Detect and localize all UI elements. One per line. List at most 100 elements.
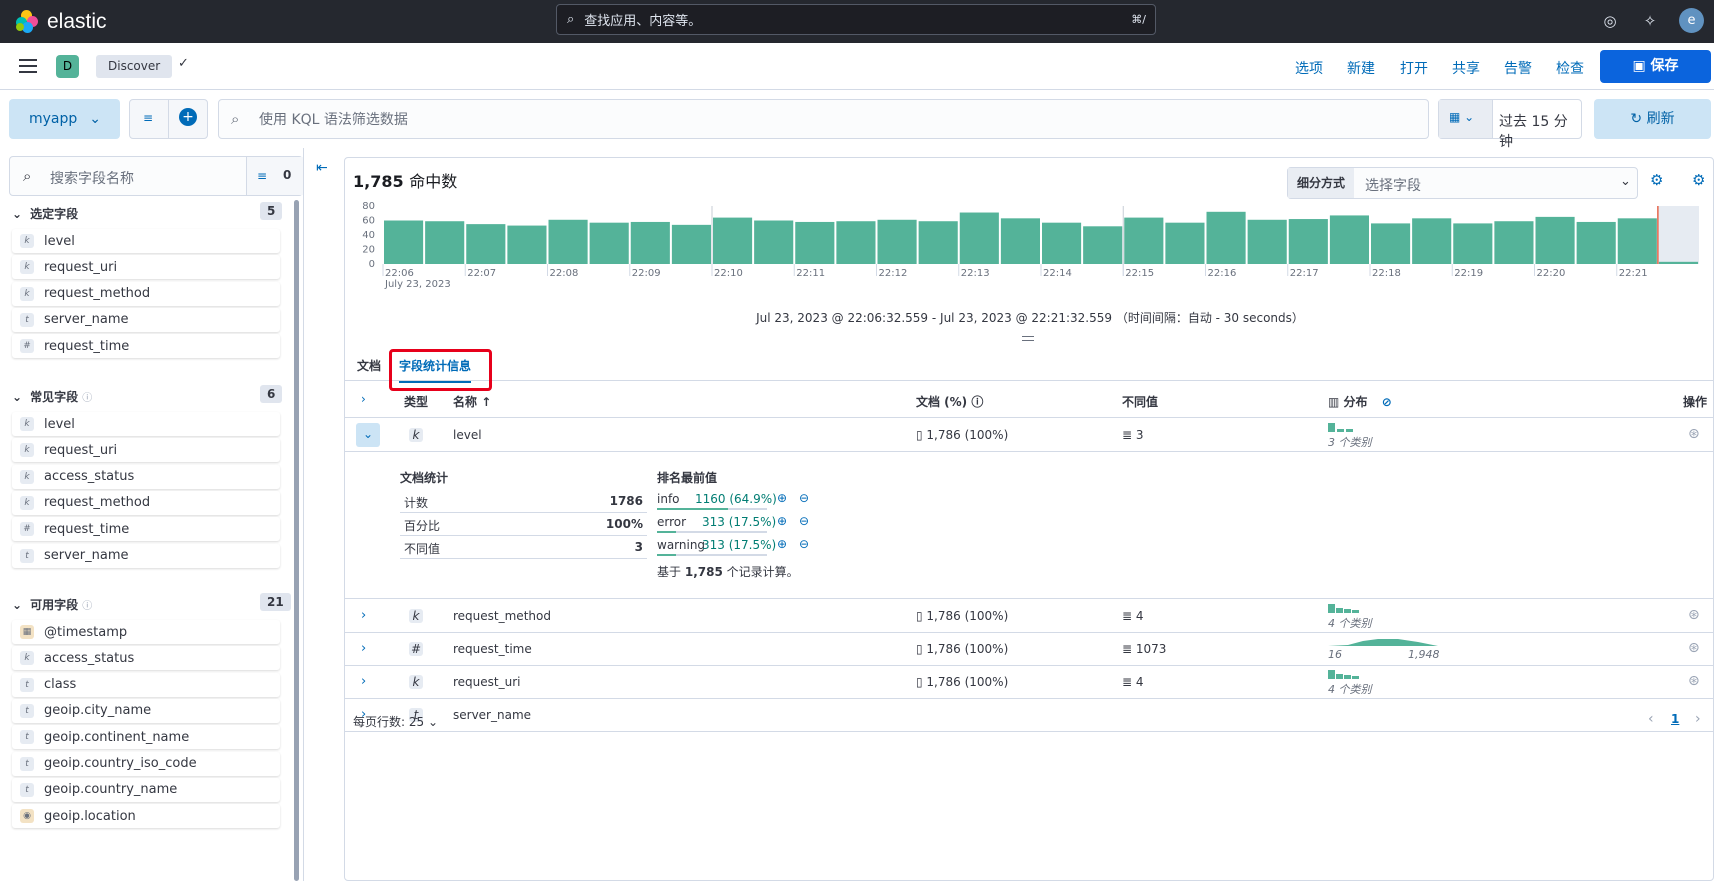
- collapse-sidebar-icon[interactable]: ⇤: [316, 160, 328, 176]
- sidebar-field-item[interactable]: k request_uri: [12, 438, 280, 463]
- sidebar-scrollbar[interactable]: [294, 200, 299, 881]
- histogram-bar[interactable]: [1535, 216, 1575, 264]
- histogram-bar[interactable]: [1165, 222, 1205, 264]
- sidebar-field-item[interactable]: k level: [12, 229, 280, 253]
- histogram-bar[interactable]: [466, 224, 506, 264]
- options-link[interactable]: 选项: [1295, 58, 1323, 78]
- sidebar-field-item[interactable]: k access_status: [12, 646, 280, 671]
- table-row[interactable]: › t server_name: [345, 699, 1714, 732]
- field-filter-button[interactable]: ≡ 0: [246, 157, 303, 195]
- sidebar-section-header[interactable]: ⌄ 可用字段 ⓘ 21: [12, 593, 291, 613]
- visualize-icon[interactable]: ⊛: [1688, 426, 1700, 442]
- col-type[interactable]: 类型: [404, 393, 428, 410]
- histogram-bar[interactable]: [1247, 219, 1287, 264]
- rows-per-page-select[interactable]: 每页行数: 25 ⌄: [353, 713, 438, 730]
- space-badge[interactable]: D: [56, 55, 79, 78]
- top-value-label[interactable]: error: [657, 515, 686, 529]
- eye-closed-icon[interactable]: ⊘: [1382, 395, 1392, 409]
- add-filter-icon[interactable]: +: [179, 108, 197, 126]
- histogram-bar[interactable]: [1412, 218, 1452, 264]
- sidebar-field-item[interactable]: k request_method: [12, 281, 280, 306]
- histogram-bar[interactable]: [425, 221, 465, 264]
- filter-for-icon[interactable]: ⊕: [777, 514, 787, 528]
- visualize-icon[interactable]: ⊛: [1688, 673, 1700, 689]
- next-page-icon[interactable]: ›: [1695, 711, 1701, 727]
- table-row[interactable]: › k request_uri ▯ 1,786 (100%) ≣ 4 ⊛ 4 个类别: [345, 666, 1714, 699]
- histogram-bar[interactable]: [795, 221, 835, 264]
- histogram-bar[interactable]: [1617, 218, 1657, 264]
- expand-row-icon[interactable]: ›: [361, 674, 366, 689]
- global-search-input[interactable]: ⌕ 查找应用、内容等。 ⌘/: [556, 4, 1156, 35]
- histogram-bar[interactable]: [1453, 223, 1493, 264]
- filter-icon[interactable]: ≡: [143, 111, 153, 125]
- histogram-bar[interactable]: [1000, 218, 1040, 264]
- kql-query-input[interactable]: ⌕ 使用 KQL 语法筛选数据: [218, 99, 1429, 139]
- sidebar-field-item[interactable]: # request_time: [12, 517, 280, 542]
- sidebar-field-item[interactable]: t server_name: [12, 543, 280, 568]
- sidebar-field-item[interactable]: k request_method: [12, 490, 280, 515]
- filter-for-icon[interactable]: ⊕: [777, 491, 787, 505]
- histogram-bar[interactable]: [918, 221, 958, 264]
- expand-all-icon[interactable]: ›: [361, 392, 366, 406]
- histogram-bar[interactable]: [630, 221, 670, 264]
- inspect-link[interactable]: 检查: [1556, 58, 1584, 78]
- menu-icon[interactable]: [19, 59, 37, 73]
- share-link[interactable]: 共享: [1452, 58, 1480, 78]
- histogram-bar[interactable]: [507, 225, 547, 264]
- sidebar-field-item[interactable]: ▦ @timestamp: [12, 620, 280, 644]
- help-icon[interactable]: ◎: [1600, 11, 1620, 31]
- top-value-label[interactable]: info: [657, 492, 680, 506]
- sidebar-field-item[interactable]: t geoip.city_name: [12, 698, 280, 723]
- top-value-label[interactable]: warning: [657, 538, 705, 552]
- histogram-bar[interactable]: [548, 219, 588, 264]
- table-row[interactable]: › k request_method ▯ 1,786 (100%) ≣ 4 ⊛ 4 个类别: [345, 600, 1714, 633]
- histogram-bar[interactable]: [384, 220, 424, 265]
- sidebar-field-item[interactable]: t geoip.country_name: [12, 777, 280, 802]
- sidebar-section-header[interactable]: ⌄ 常见字段 ⓘ 6: [12, 385, 283, 405]
- collapse-row-icon[interactable]: ⌄: [356, 423, 380, 447]
- col-distinct[interactable]: 不同值: [1122, 393, 1158, 410]
- visualize-icon[interactable]: ⊛: [1688, 640, 1700, 656]
- sidebar-field-item[interactable]: # request_time: [12, 334, 280, 359]
- histogram-bar[interactable]: [1494, 221, 1534, 264]
- histogram-bar[interactable]: [754, 220, 794, 265]
- alerts-link[interactable]: 告警: [1504, 58, 1532, 78]
- prev-page-icon[interactable]: ‹: [1648, 711, 1654, 727]
- histogram-bar[interactable]: [1083, 226, 1123, 264]
- histogram-bar[interactable]: [1576, 221, 1616, 264]
- user-avatar[interactable]: e: [1679, 8, 1704, 33]
- filter-out-icon[interactable]: ⊖: [799, 537, 809, 551]
- sidebar-field-item[interactable]: k access_status: [12, 464, 280, 489]
- col-distribution[interactable]: ▥ 分布 ⊘: [1328, 393, 1392, 410]
- histogram-bar[interactable]: [1371, 223, 1411, 264]
- table-row[interactable]: ⌄ k level ▯ 1,786 (100%) ≣ 3 3 个类别 ⊛: [345, 419, 1714, 452]
- sidebar-field-item[interactable]: ◉ geoip.location: [12, 804, 280, 829]
- elastic-logo[interactable]: elastic: [16, 9, 107, 34]
- sidebar-field-item[interactable]: t class: [12, 672, 280, 697]
- expand-row-icon[interactable]: ›: [361, 641, 366, 656]
- breadcrumb[interactable]: Discover: [96, 55, 173, 78]
- field-search-input[interactable]: ⌕ 搜索字段名称 ≡ 0: [9, 156, 303, 196]
- resize-handle[interactable]: [1022, 336, 1034, 341]
- tab-documents[interactable]: 文档: [357, 357, 381, 374]
- visualize-icon[interactable]: ⊛: [1688, 607, 1700, 623]
- refresh-button[interactable]: ↻ 刷新: [1594, 99, 1711, 139]
- table-row[interactable]: › # request_time ▯ 1,786 (100%) ≣ 1073 ⊛ 16 1,9…: [345, 633, 1714, 666]
- page-number[interactable]: 1: [1671, 712, 1679, 726]
- col-name[interactable]: 名称 ↑: [453, 393, 491, 410]
- sidebar-field-item[interactable]: k level: [12, 412, 280, 436]
- histogram-bar[interactable]: [1288, 219, 1328, 264]
- sidebar-field-item[interactable]: k request_uri: [12, 255, 280, 280]
- settings-icon[interactable]: ⚙: [1692, 171, 1705, 189]
- chart-settings-icon[interactable]: ⚙: [1650, 171, 1663, 189]
- calendar-icon[interactable]: ▦ ⌄: [1439, 100, 1493, 138]
- open-link[interactable]: 打开: [1400, 58, 1428, 78]
- histogram-bar[interactable]: [589, 222, 629, 264]
- filter-out-icon[interactable]: ⊖: [799, 491, 809, 505]
- date-picker[interactable]: ▦ ⌄ 过去 15 分钟: [1438, 99, 1582, 150]
- sidebar-section-header[interactable]: ⌄ 选定字段 5: [12, 202, 283, 222]
- histogram-bar[interactable]: [1206, 211, 1246, 264]
- histogram-bar[interactable]: [836, 221, 876, 264]
- histogram-bar[interactable]: [877, 219, 917, 264]
- sidebar-field-item[interactable]: t geoip.country_iso_code: [12, 751, 280, 776]
